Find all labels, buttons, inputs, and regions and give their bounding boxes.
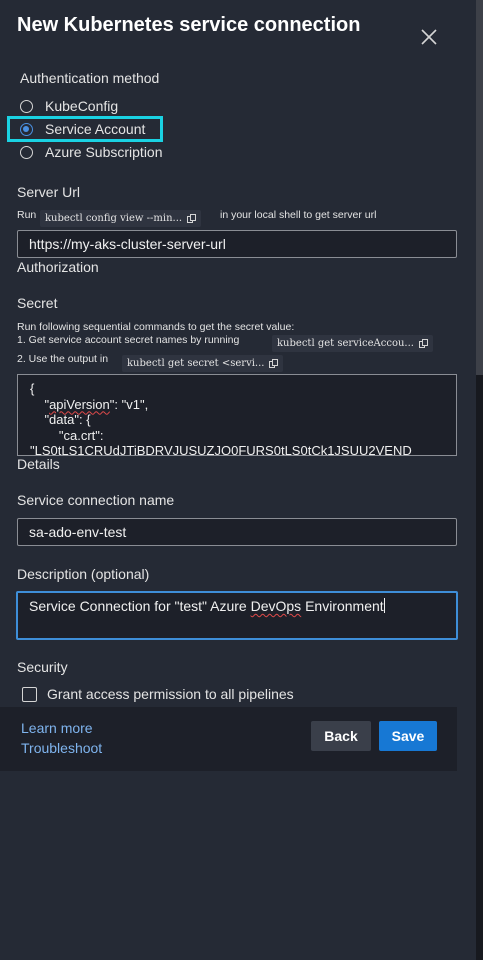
radio-label: Azure Subscription bbox=[45, 144, 163, 160]
secret-textarea[interactable]: { "apiVersion": "v1", "data": { "ca.crt"… bbox=[17, 374, 457, 456]
description-input[interactable]: Service Connection for "test" Azure DevO… bbox=[16, 591, 458, 640]
description-label: Description (optional) bbox=[17, 566, 150, 582]
secret-instructions: Run following sequential commands to get… bbox=[17, 321, 295, 333]
copy-icon[interactable] bbox=[187, 213, 197, 224]
grant-access-checkbox[interactable] bbox=[22, 687, 37, 702]
secret-step1: 1. Get service account secret names by r… bbox=[17, 334, 240, 346]
server-hint-prefix: Run bbox=[17, 209, 37, 221]
authorization-heading: Authorization bbox=[17, 259, 99, 275]
copy-icon[interactable] bbox=[269, 358, 279, 369]
connection-name-input[interactable]: sa-ado-env-test bbox=[17, 518, 457, 546]
auth-method-heading: Authentication method bbox=[20, 70, 160, 86]
secret-line: "ca.crt": bbox=[30, 427, 104, 443]
details-heading: Details bbox=[17, 456, 60, 472]
save-button[interactable]: Save bbox=[379, 721, 437, 751]
radio-azure-subscription[interactable]: Azure Subscription bbox=[20, 142, 163, 162]
radio-label: KubeConfig bbox=[45, 98, 119, 114]
server-hint-suffix: in your local shell to get server url bbox=[220, 209, 377, 221]
server-url-input[interactable]: https://my-aks-cluster-server-url bbox=[17, 230, 457, 258]
secret-line: "data": { bbox=[30, 412, 91, 427]
connection-name-label: Service connection name bbox=[17, 492, 175, 508]
learn-more-link[interactable]: Learn more bbox=[21, 720, 93, 736]
secret-heading: Secret bbox=[17, 295, 58, 311]
troubleshoot-link[interactable]: Troubleshoot bbox=[21, 740, 102, 756]
command-text: kubectl config view --min... bbox=[45, 213, 183, 224]
server-url-heading: Server Url bbox=[17, 184, 81, 200]
highlight-annotation-box bbox=[7, 116, 163, 142]
secret-step2: 2. Use the output in bbox=[17, 353, 109, 365]
secret-step1-command[interactable]: kubectl get serviceAccou... bbox=[272, 335, 433, 352]
radio-button[interactable] bbox=[20, 145, 33, 159]
secret-step2-command[interactable]: kubectl get secret <servi... bbox=[122, 355, 284, 372]
text-caret bbox=[383, 598, 385, 613]
secret-line: "apiVersion": "v1", bbox=[30, 396, 149, 412]
server-hint-command[interactable]: kubectl config view --min... bbox=[40, 210, 202, 227]
grant-access-label[interactable]: Grant access permission to all pipelines bbox=[47, 686, 294, 702]
command-text: kubectl get secret <servi... bbox=[127, 358, 265, 369]
command-text: kubectl get serviceAccou... bbox=[277, 338, 414, 349]
security-heading: Security bbox=[17, 659, 68, 675]
radio-kubeconfig[interactable]: KubeConfig bbox=[20, 96, 118, 116]
radio-button[interactable] bbox=[20, 99, 33, 113]
scrollbar-thumb[interactable] bbox=[476, 0, 483, 375]
secret-line-key: apiVersion bbox=[49, 396, 110, 412]
secret-line: { bbox=[30, 381, 35, 396]
secret-line: "LS0tLS1CRUdJTiBDRVJUSUZJQ0FURS0tLS0tCk1… bbox=[30, 443, 412, 456]
close-icon[interactable] bbox=[418, 26, 440, 48]
dialog-title: New Kubernetes service connection bbox=[17, 14, 361, 36]
copy-icon[interactable] bbox=[418, 338, 428, 349]
description-text: Service Connection for "test" Azure DevO… bbox=[29, 598, 384, 614]
back-button[interactable]: Back bbox=[311, 721, 371, 751]
